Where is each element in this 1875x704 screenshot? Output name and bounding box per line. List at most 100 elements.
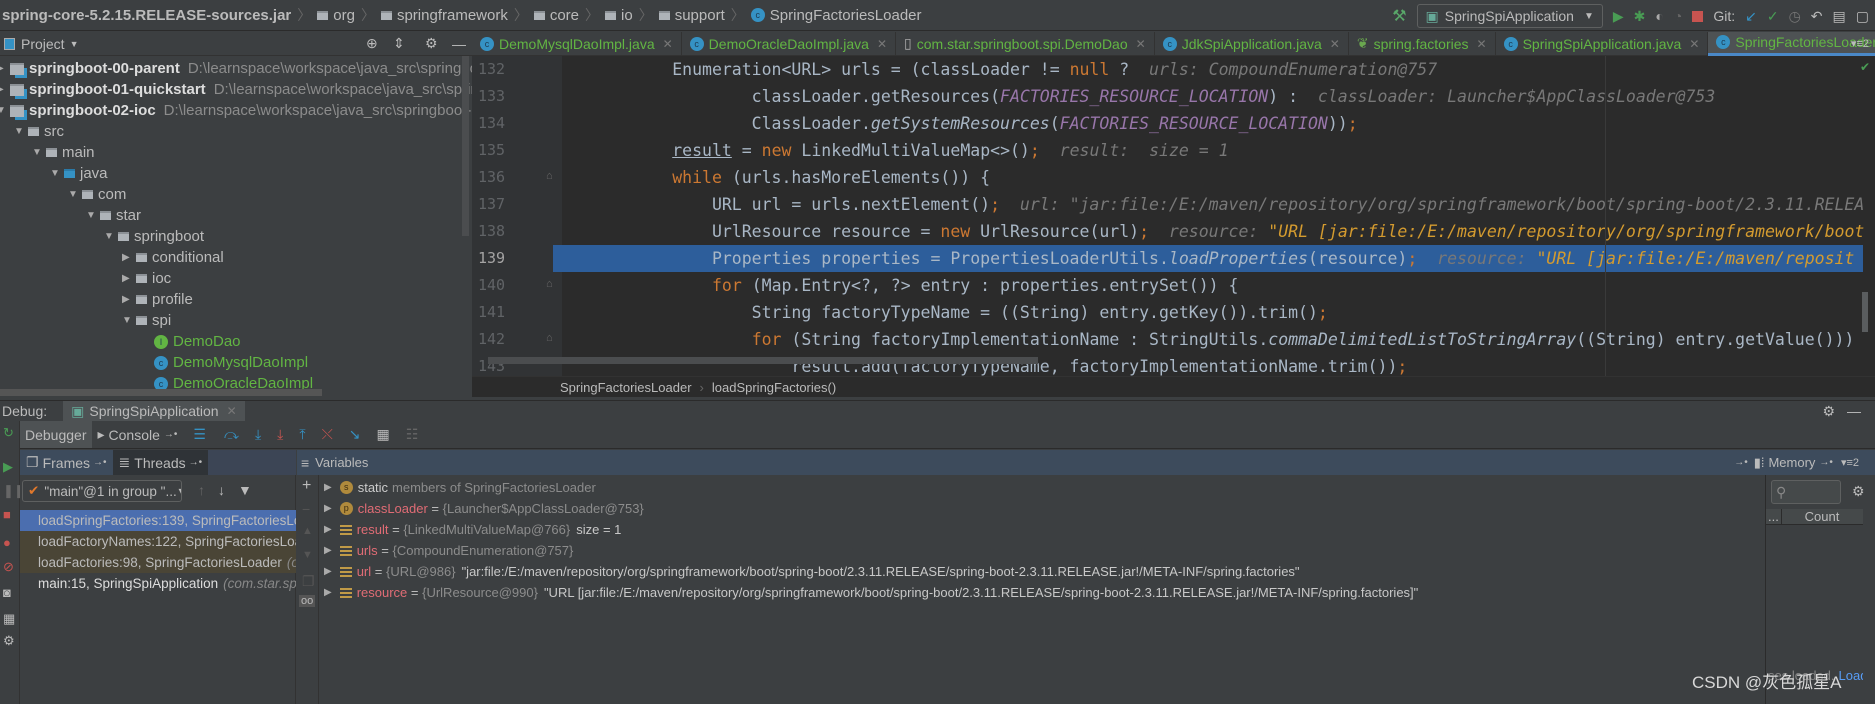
tree-item-springboot-02-ioc[interactable]: ▼ springboot-02-ioc D:\learnspace\workspac… [0, 100, 472, 121]
load-classes-link[interactable]: Load [1839, 668, 1864, 683]
line-number[interactable]: 142 [478, 330, 518, 348]
breadcrumb-item[interactable]: SpringFactoriesLoader [770, 7, 922, 24]
debug-icon[interactable]: ✱ [1634, 8, 1646, 25]
fold-marker-icon[interactable]: ⌂ [546, 278, 553, 290]
tree-item-profile[interactable]: ▶ profile [122, 289, 193, 310]
column-header-count[interactable]: Count [1782, 509, 1862, 524]
line-number[interactable]: 141 [478, 303, 518, 321]
debug-session-tab[interactable]: ▣ SpringSpiApplication ✕ [63, 400, 245, 422]
tab-demooracledaoimpl-java[interactable]: c DemoOracleDaoImpl.java ✕ [682, 31, 897, 56]
expand-arrow-icon[interactable]: ▶ [324, 498, 332, 519]
git-commit-icon[interactable]: ✓ [1767, 8, 1779, 25]
collapsed-arrow-icon[interactable]: ▶ [122, 294, 136, 305]
tab-com-star-springboot-spi-demodao[interactable]: ▯ com.star.springboot.spi.DemoDao ✕ [896, 31, 1155, 56]
expanded-arrow-icon[interactable]: ▼ [86, 210, 100, 221]
run-configuration-select[interactable]: ▣ SpringSpiApplication ▼ [1416, 4, 1603, 28]
glasses-icon[interactable]: oo [299, 595, 316, 607]
gear-icon[interactable]: ⚙ [1822, 403, 1835, 420]
code-line[interactable]: Properties properties = PropertiesLoader… [553, 245, 1854, 272]
stack-frame[interactable]: loadSpringFactories:139, SpringFactories… [20, 510, 296, 531]
mute-breakpoints-icon[interactable]: ⊘ [3, 559, 14, 575]
force-step-into-icon[interactable]: ⤓ [277, 426, 283, 443]
code-editor[interactable]: 132 133 134 135 136 ⌂ 137 138 139 140 ⌂ 141 142 ⌂ 143 … [472, 56, 1875, 397]
breadcrumb-item[interactable]: io [621, 7, 633, 24]
minimize-icon[interactable]: — [1847, 403, 1861, 419]
tab-jdkspiapplication-java[interactable]: c JdkSpiApplication.java ✕ [1155, 31, 1349, 56]
variable-row[interactable]: ▶ url = {URL@986} "jar:file:/E:/maven/repo… [324, 561, 1300, 582]
horizontal-scrollbar[interactable] [488, 357, 1038, 364]
overflow-icon[interactable]: ▾≡2 [1841, 456, 1859, 469]
tree-item-conditional[interactable]: ▶ conditional [122, 247, 224, 268]
close-icon[interactable]: ✕ [877, 37, 887, 51]
gear-icon[interactable]: ⚙ [425, 35, 438, 52]
tab-spring-factories[interactable]: ❦ spring.factories ✕ [1349, 31, 1496, 56]
tab-demomysqldaoimpl-java[interactable]: c DemoMysqlDaoImpl.java ✕ [472, 31, 682, 56]
tree-item-star[interactable]: ▼ star [86, 205, 141, 226]
git-history-icon[interactable]: ◷ [1789, 8, 1801, 25]
variable-row[interactable]: ▶ s static members of SpringFactoriesLoader [324, 477, 596, 498]
resume-icon[interactable]: ▶ [3, 459, 13, 475]
step-into-icon[interactable]: ⤓ [255, 426, 261, 443]
tree-horizontal-scrollbar[interactable] [0, 389, 322, 396]
tree-item-springboot-00-parent[interactable]: ▶ springboot-00-parent D:\learnspace\works… [0, 58, 472, 79]
collapsed-arrow-icon[interactable]: ▶ [0, 84, 10, 95]
variable-row[interactable]: ▶ p classLoader = {Launcher$AppClassLoader… [324, 498, 644, 519]
chevron-down-icon[interactable]: ▼ [70, 39, 79, 49]
close-icon[interactable]: ✕ [1330, 37, 1340, 51]
line-number[interactable]: 134 [478, 114, 518, 132]
locate-icon[interactable]: ⊕ [366, 35, 378, 52]
tree-item-src[interactable]: ▼ src [14, 121, 64, 142]
tree-item-ioc[interactable]: ▶ ioc [122, 268, 171, 289]
expand-arrow-icon[interactable]: ▶ [324, 540, 332, 561]
stack-frame[interactable]: main:15, SpringSpiApplication (com.star.s… [20, 573, 296, 594]
tab-memory[interactable]: →• ▮⁞ Memory →• ▾≡2 [1734, 455, 1859, 471]
close-icon[interactable]: ✕ [227, 404, 237, 418]
line-number[interactable]: 140 [478, 276, 518, 294]
tree-item-springboot-01-quickstart[interactable]: ▶ springboot-01-quickstart D:\learnspace\w… [0, 79, 472, 100]
editor-gutter[interactable]: 132 133 134 135 136 ⌂ 137 138 139 140 ⌂ 141 142 ⌂ 143 [472, 56, 562, 376]
vertical-scrollbar[interactable] [1862, 292, 1868, 332]
code-line[interactable]: for (Map.Entry<?, ?> entry : properties.… [553, 272, 1239, 299]
expanded-arrow-icon[interactable]: ▼ [68, 189, 82, 200]
code-line[interactable]: for (String factoryImplementationName : … [553, 326, 1855, 353]
minimize-icon[interactable]: — [452, 36, 466, 52]
run-anything-icon[interactable]: ▢ [1856, 8, 1869, 25]
camera-icon[interactable]: ◙ [3, 585, 11, 600]
code-line[interactable]: String factoryTypeName = ((String) entry… [553, 299, 1328, 326]
expanded-arrow-icon[interactable]: ▼ [32, 147, 46, 158]
duplicate-icon[interactable]: ❐ [302, 573, 315, 590]
thread-select[interactable]: ✔ "main"@1 in group "... ▼ [22, 480, 182, 502]
view-breakpoints-icon[interactable]: ● [3, 535, 11, 550]
tab-overflow-button[interactable]: ▾≡2 [1851, 37, 1869, 50]
show-execution-point-icon[interactable]: ☰ [193, 426, 206, 443]
arrow-down-icon[interactable]: ↓ [218, 482, 225, 498]
run-icon[interactable]: ▶ [1613, 8, 1624, 25]
tree-item-springboot[interactable]: ▼ springboot [104, 226, 204, 247]
line-number[interactable]: 136 [478, 168, 518, 186]
close-icon[interactable]: ✕ [1689, 37, 1699, 51]
move-up-icon[interactable]: ▲ [302, 525, 313, 537]
stop-icon[interactable]: ■ [3, 507, 11, 522]
code-line[interactable]: UrlResource resource = new UrlResource(u… [553, 218, 1864, 245]
tab-threads[interactable]: ≣ Threads →• [112, 450, 209, 475]
memory-search-input[interactable]: ⚲ [1771, 480, 1841, 504]
variable-row[interactable]: ▶ urls = {CompoundEnumeration@757} [324, 540, 573, 561]
expand-arrow-icon[interactable]: ▶ [324, 477, 332, 498]
evaluate-expression-icon[interactable]: ▦ [377, 426, 390, 443]
code-line[interactable]: classLoader.getResources(FACTORIES_RESOU… [553, 83, 1716, 110]
expanded-arrow-icon[interactable]: ▼ [50, 168, 64, 179]
step-out-icon[interactable]: ⤒ [299, 426, 305, 443]
expanded-arrow-icon[interactable]: ▼ [0, 105, 10, 116]
tree-item-demodao[interactable]: I DemoDao [140, 331, 241, 352]
tab-console[interactable]: ▸ Console →• [92, 426, 184, 443]
column-header-class[interactable]: ... [1766, 509, 1782, 524]
collapsed-arrow-icon[interactable]: ▶ [0, 63, 10, 74]
expanded-arrow-icon[interactable]: ▼ [122, 315, 136, 326]
git-rollback-icon[interactable]: ↶ [1811, 8, 1823, 25]
add-watch-icon[interactable]: + [302, 477, 311, 495]
drop-frame-icon[interactable]: ⤬ [322, 426, 333, 443]
code-line[interactable]: ClassLoader.getSystemResources(FACTORIES… [553, 110, 1358, 137]
move-down-icon[interactable]: ▼ [302, 549, 313, 561]
breadcrumb-item[interactable]: springframework [397, 7, 508, 24]
close-icon[interactable]: ✕ [663, 37, 673, 51]
